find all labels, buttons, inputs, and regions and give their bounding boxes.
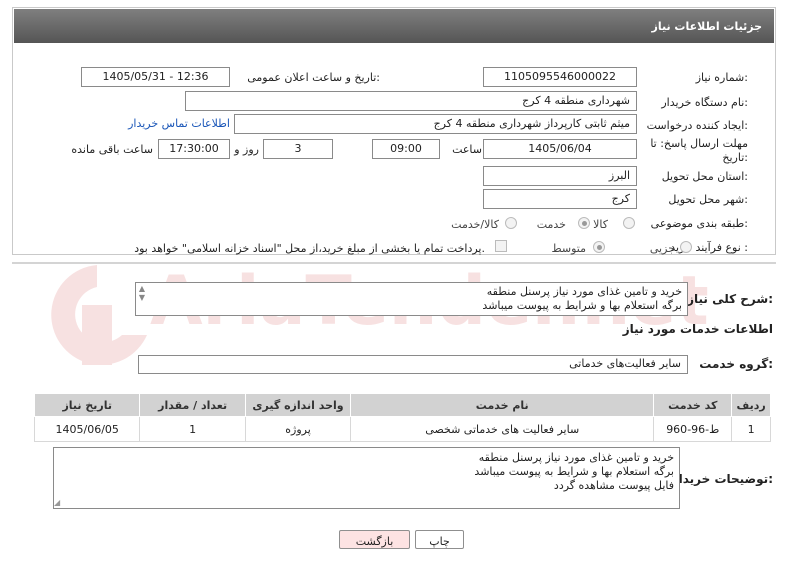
deadline-label-line1: مهلت ارسال پاسخ: تا (650, 137, 748, 150)
cell-unit: پروژه (244, 416, 352, 442)
deadline-days-field[interactable]: 3 (263, 139, 333, 159)
cell-date: 1405/06/05 (33, 416, 141, 442)
need-number-field[interactable]: 1105095546000022 (483, 67, 637, 87)
buyer-notes-textarea[interactable]: خرید و تامین غذای مورد نیاز پرسنل منطقه … (53, 447, 680, 509)
category-option-goods-service: کالا/خدمت (451, 218, 499, 231)
services-table: ردیف کد خدمت نام خدمت واحد اندازه گیری ت… (33, 393, 771, 442)
buyer-org-field[interactable]: شهرداری منطقه 4 کرج (185, 91, 637, 111)
purchase-radio-medium[interactable] (593, 241, 605, 253)
page-title: جزئیات اطلاعات نیاز (14, 9, 774, 43)
services-table-header: ردیف کد خدمت نام خدمت واحد اندازه گیری ت… (33, 393, 771, 417)
category-option-service: خدمت (536, 218, 566, 231)
print-button[interactable]: چاپ (415, 530, 464, 549)
resize-handle-icon[interactable]: ◢ (54, 499, 62, 507)
summary-scroll-arrows-icon[interactable]: ▲ ▼ (137, 284, 147, 312)
col-code-header: کد خدمت (653, 393, 733, 417)
buyer-org-label: نام دستگاه خریدار: (661, 96, 748, 109)
purchase-option-minor: جزیی (649, 242, 675, 255)
summary-textarea[interactable]: خرید و تامین غذای مورد نیاز پرسنل منطقه … (135, 282, 688, 316)
deadline-date-field[interactable]: 1405/06/04 (483, 139, 637, 159)
category-label: طبقه بندی موضوعی: (650, 217, 748, 230)
category-radio-goods[interactable] (623, 217, 635, 229)
buyer-contact-link[interactable]: اطلاعات تماس خریدار (128, 117, 230, 130)
category-radio-service[interactable] (578, 217, 590, 229)
category-radio-goods-service[interactable] (505, 217, 517, 229)
col-unit-header: واحد اندازه گیری (244, 393, 352, 417)
creator-field[interactable]: میثم ثابتی کارپرداز شهرداری منطقه 4 کرج (234, 114, 637, 134)
city-field[interactable]: کرج (483, 189, 637, 209)
summary-label: شرح کلی نیاز: (687, 292, 773, 306)
buyer-notes-label: توضیحات خریدار: (671, 472, 773, 486)
purchase-radio-minor[interactable] (680, 241, 692, 253)
deadline-time-field[interactable]: 09:00 (372, 139, 440, 159)
cell-code: ط-96-960 (653, 416, 733, 442)
services-section-title: اطلاعات خدمات مورد نیاز (622, 322, 773, 336)
announce-datetime-field[interactable]: 1405/05/31 - 12:36 (81, 67, 230, 87)
need-number-label: شماره نیاز: (695, 71, 748, 84)
province-label: استان محل تحویل: (661, 170, 748, 183)
cell-name: سایر فعالیت های خدماتی شخصی (350, 416, 655, 442)
remaining-time-label: ساعت باقی مانده (71, 143, 153, 156)
purchase-option-medium: متوسط (551, 242, 586, 255)
deadline-time-label: ساعت (452, 143, 482, 156)
treasury-payment-checkbox[interactable] (495, 240, 507, 252)
col-row-header: ردیف (731, 393, 771, 417)
cell-row: 1 (731, 416, 771, 442)
treasury-payment-note: پرداخت تمام یا بخشی از مبلغ خرید،از محل … (134, 242, 485, 255)
creator-label: ایجاد کننده درخواست: (646, 119, 748, 132)
city-label: شهر محل تحویل: (668, 193, 748, 206)
col-date-header: تاریخ نیاز (33, 393, 141, 417)
back-button[interactable]: بازگشت (339, 530, 410, 549)
table-row: 1 ط-96-960 سایر فعالیت های خدماتی شخصی پ… (33, 416, 771, 442)
service-group-label: گروه خدمت: (699, 357, 773, 371)
province-field[interactable]: البرز (483, 166, 637, 186)
category-option-goods: کالا (593, 218, 608, 231)
service-group-field[interactable]: سایر فعالیت‌های خدماتی (138, 355, 688, 374)
section-divider (12, 262, 776, 264)
deadline-days-label: روز و (234, 143, 259, 156)
col-name-header: نام خدمت (350, 393, 655, 417)
deadline-label-line2: تاریخ: (722, 151, 748, 164)
remaining-time-field[interactable]: 17:30:00 (158, 139, 230, 159)
cell-qty: 1 (139, 416, 246, 442)
announce-datetime-label: تاریخ و ساعت اعلان عمومی: (247, 71, 380, 84)
col-qty-header: تعداد / مقدار (139, 393, 246, 417)
